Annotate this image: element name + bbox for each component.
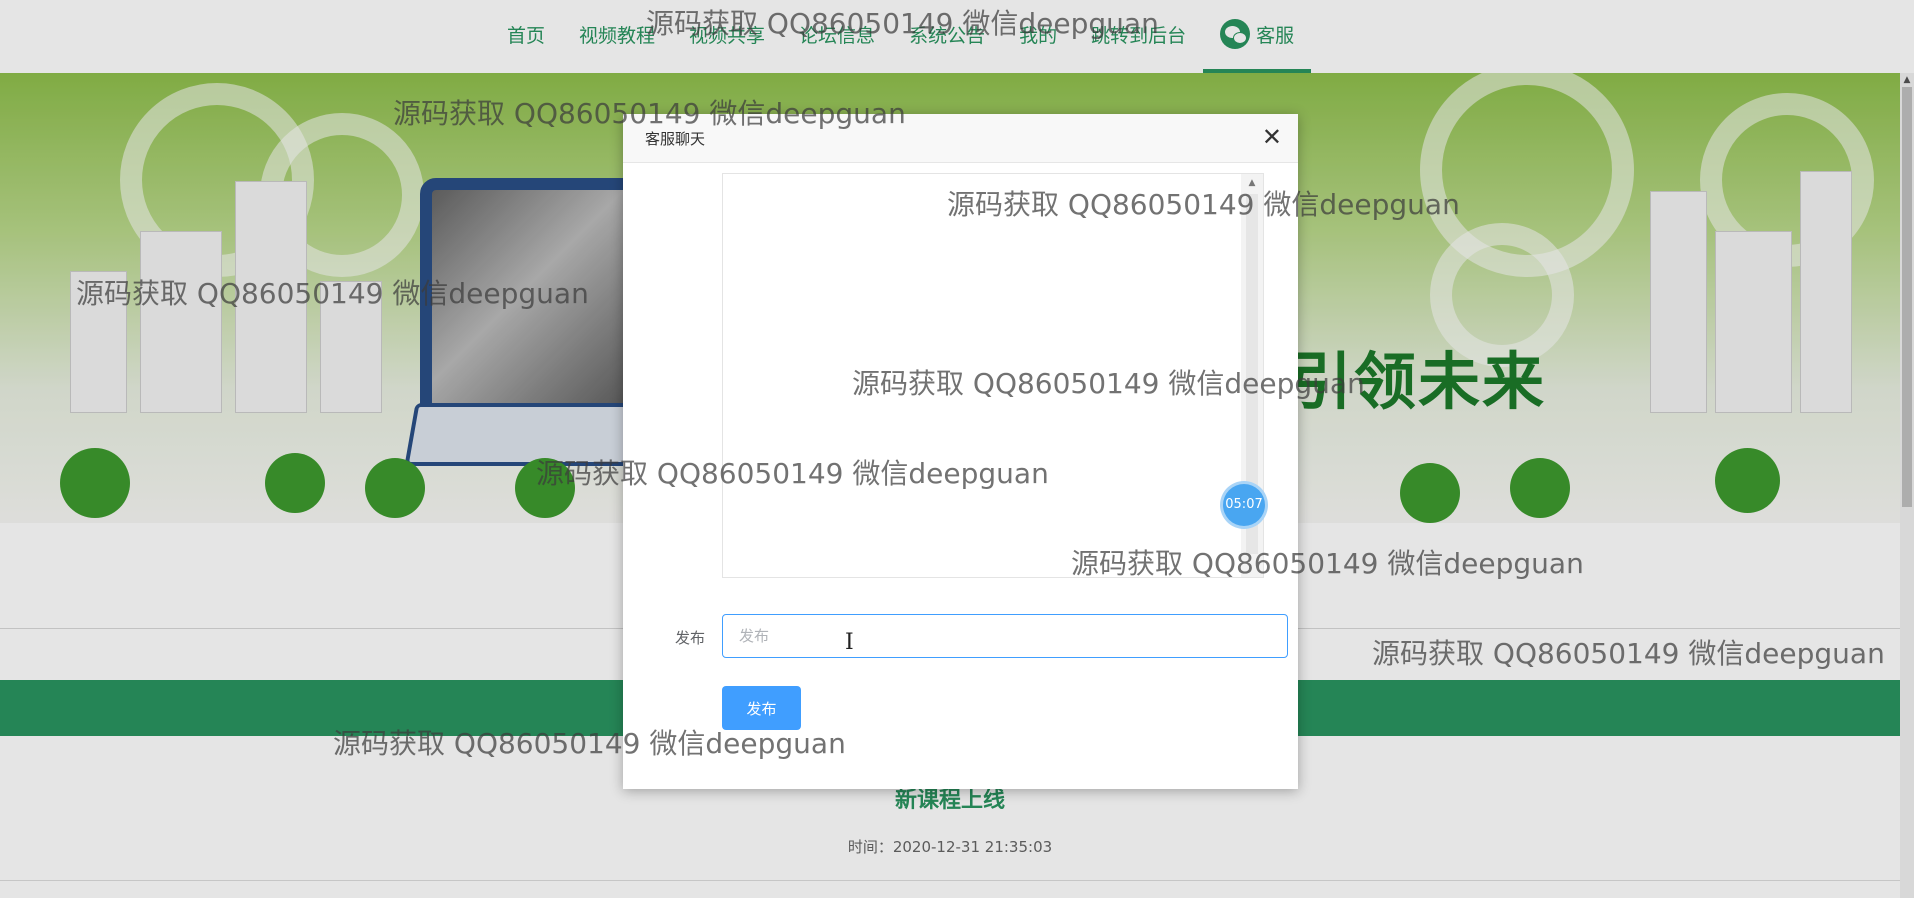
dialog-header: 客服聊天 ✕ — [623, 114, 1298, 163]
scroll-up-icon[interactable]: ▲ — [1241, 174, 1263, 192]
dialog-title: 客服聊天 — [645, 130, 706, 148]
chat-message-area[interactable]: ▲ — [722, 173, 1264, 578]
publish-label: 发布 — [675, 629, 706, 647]
time-badge[interactable]: 05:07 — [1223, 484, 1265, 526]
text-cursor-icon: I — [845, 630, 854, 655]
customer-service-dialog: 客服聊天 ✕ ▲ 发布 发布 — [623, 114, 1298, 789]
close-icon[interactable]: ✕ — [1262, 124, 1282, 150]
message-input[interactable] — [722, 614, 1288, 658]
publish-button[interactable]: 发布 — [722, 686, 801, 730]
